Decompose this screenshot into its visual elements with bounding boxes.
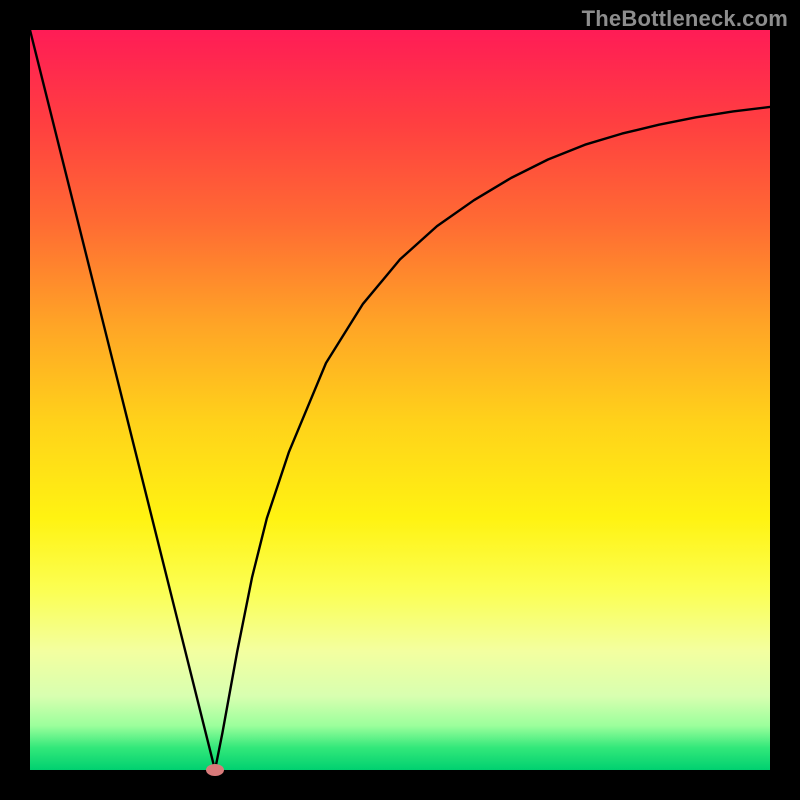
optimal-point-marker [206,764,224,776]
watermark-text: TheBottleneck.com [582,6,788,32]
chart-container: TheBottleneck.com [0,0,800,800]
bottleneck-curve [30,30,770,770]
plot-area [30,30,770,770]
